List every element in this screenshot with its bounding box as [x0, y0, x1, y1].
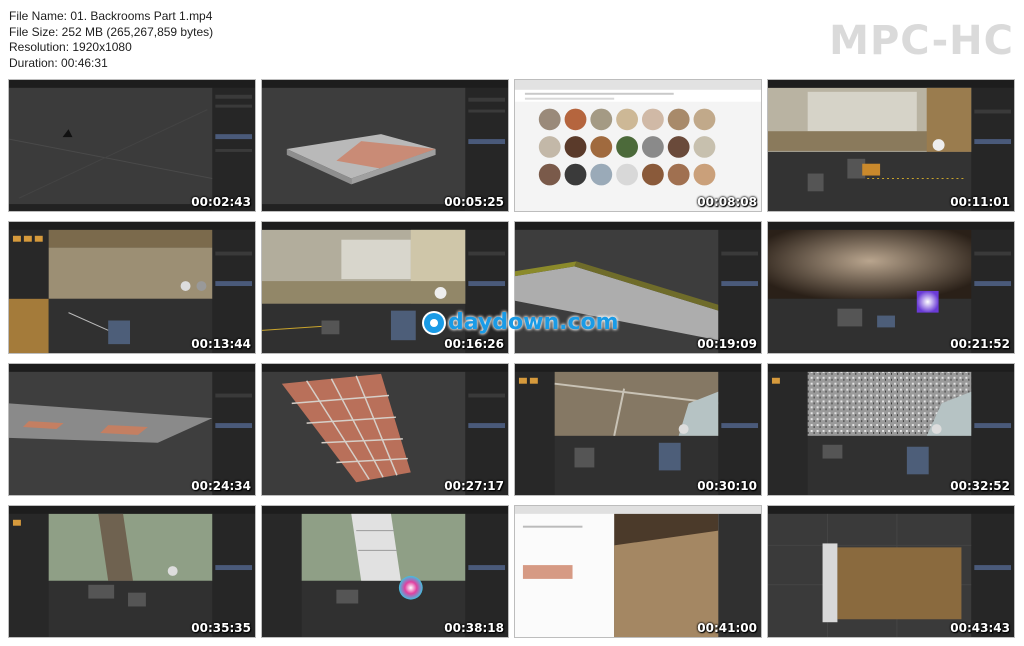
timestamp: 00:32:52: [950, 479, 1010, 493]
thumbnail[interactable]: 00:11:01: [767, 79, 1015, 212]
watermark-text: daydown.com: [448, 310, 619, 335]
watermark: daydown.com: [424, 310, 619, 335]
brand-logo: MPC-HC: [829, 18, 1014, 64]
thumbnail[interactable]: 00:32:52: [767, 363, 1015, 496]
file-info: File Name: 01. Backrooms Part 1.mp4 File…: [9, 9, 213, 71]
thumbnail[interactable]: 00:38:18: [261, 505, 509, 638]
thumbnail[interactable]: 00:08:08: [514, 79, 762, 212]
timestamp: 00:43:43: [950, 621, 1010, 635]
timestamp: 00:21:52: [950, 337, 1010, 351]
thumbnail[interactable]: 00:41:00: [514, 505, 762, 638]
timestamp: 00:41:00: [697, 621, 757, 635]
timestamp: 00:08:08: [697, 195, 757, 209]
timestamp: 00:35:35: [191, 621, 251, 635]
thumbnail[interactable]: 00:30:10: [514, 363, 762, 496]
thumbnail[interactable]: 00:02:43: [8, 79, 256, 212]
timestamp: 00:30:10: [697, 479, 757, 493]
file-size: File Size: 252 MB (265,267,859 bytes): [9, 24, 214, 39]
file-name: File Name: 01. Backrooms Part 1.mp4: [9, 9, 213, 23]
duration: Duration: 00:46:31: [9, 55, 108, 70]
resolution: Resolution: 1920x1080: [9, 40, 132, 54]
timestamp: 00:02:43: [191, 195, 251, 209]
thumbnail[interactable]: 00:24:34: [8, 363, 256, 496]
thumbnail[interactable]: 00:13:44: [8, 221, 256, 354]
timestamp: 00:13:44: [191, 337, 251, 351]
timestamp: 00:24:34: [191, 479, 251, 493]
timestamp: 00:19:09: [697, 337, 757, 351]
thumbnail[interactable]: 00:43:43: [767, 505, 1015, 638]
watermark-logo-icon: [424, 312, 444, 333]
timestamp: 00:16:26: [444, 337, 504, 351]
thumbnail[interactable]: 00:05:25: [261, 79, 509, 212]
timestamp: 00:27:17: [444, 479, 504, 493]
thumbnail-grid: 00:02:43 00:05:25 00:08:08 00:11:01 00:1…: [8, 79, 1016, 639]
timestamp: 00:05:25: [444, 195, 504, 209]
timestamp: 00:38:18: [444, 621, 504, 635]
thumbnail[interactable]: 00:21:52: [767, 221, 1015, 354]
thumbnail[interactable]: 00:27:17: [261, 363, 509, 496]
thumbnail[interactable]: 00:35:35: [8, 505, 256, 638]
timestamp: 00:11:01: [950, 195, 1010, 209]
